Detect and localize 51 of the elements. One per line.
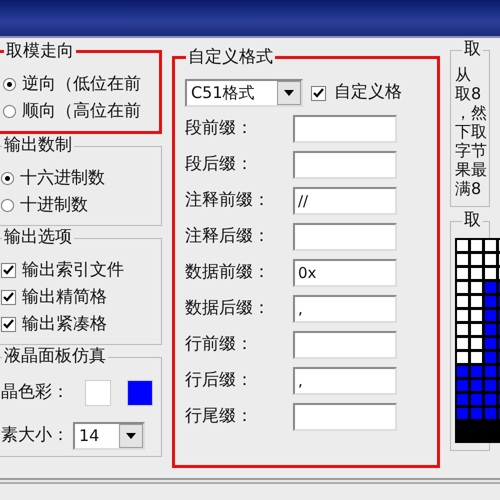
text-field[interactable] xyxy=(293,331,397,359)
option-label: 逆向（低位在前 xyxy=(22,73,141,96)
checkbox[interactable] xyxy=(1,263,16,278)
description-text: 从 xyxy=(455,65,472,84)
color-swatch[interactable] xyxy=(127,380,153,406)
radio-button[interactable] xyxy=(3,78,16,91)
option-label: 输出精简格 xyxy=(22,286,107,309)
field-label: 数据前缀： xyxy=(185,261,271,284)
text-field[interactable] xyxy=(293,223,397,251)
text-field[interactable]: , xyxy=(293,295,397,323)
field-label: 注释后缀： xyxy=(185,225,271,248)
field-label: 行后缀： xyxy=(185,369,254,392)
option-label: 十进制数 xyxy=(20,194,88,217)
caret-icon xyxy=(126,433,136,439)
group-title: 自定义格式 xyxy=(186,46,275,68)
description-text: 果最 xyxy=(455,160,488,179)
description-text: 下取 xyxy=(455,122,488,141)
text-field[interactable]: // xyxy=(293,187,397,215)
option-label: 十六进制数 xyxy=(20,167,105,190)
color-swatch[interactable] xyxy=(85,380,111,406)
radio-button[interactable] xyxy=(1,172,14,185)
field-label: 注释前缀： xyxy=(185,189,271,212)
option-label: 顺向（高位在前 xyxy=(22,100,141,123)
description-text: 满8 xyxy=(455,179,482,198)
text-field[interactable] xyxy=(293,403,397,431)
checkbox-label: 自定义格 xyxy=(334,81,402,104)
text-field[interactable] xyxy=(293,115,397,143)
option-label: 输出索引文件 xyxy=(22,259,124,282)
field-label: 段前缀： xyxy=(185,117,254,140)
group-title: 液晶面板仿真 xyxy=(2,345,108,367)
checkbox[interactable] xyxy=(1,317,16,332)
radio-button[interactable] xyxy=(3,105,16,118)
caret-icon xyxy=(284,90,294,96)
text-field[interactable] xyxy=(293,151,397,179)
description-text: 取8 xyxy=(455,84,482,103)
checkbox[interactable] xyxy=(1,290,16,305)
checkbox[interactable] xyxy=(311,86,326,100)
description-text: 字节 xyxy=(455,141,488,160)
field-label: 段后缀： xyxy=(185,153,254,176)
text-field[interactable]: 0x xyxy=(293,259,397,287)
field-label: 晶色彩： xyxy=(1,381,69,404)
description-text: ，然 xyxy=(455,103,488,122)
radio-button[interactable] xyxy=(1,199,14,212)
field-label: 行尾缀： xyxy=(185,405,254,428)
size-dropdown[interactable]: 14 xyxy=(73,422,145,450)
format-dropdown[interactable]: C51格式 xyxy=(185,79,303,107)
field-label: 行前缀： xyxy=(185,333,254,356)
field-label: 数据后缀： xyxy=(185,297,271,320)
field-label: 素大小： xyxy=(1,424,69,448)
text-field[interactable]: , xyxy=(293,367,397,395)
option-label: 输出紧凑格 xyxy=(22,313,107,336)
